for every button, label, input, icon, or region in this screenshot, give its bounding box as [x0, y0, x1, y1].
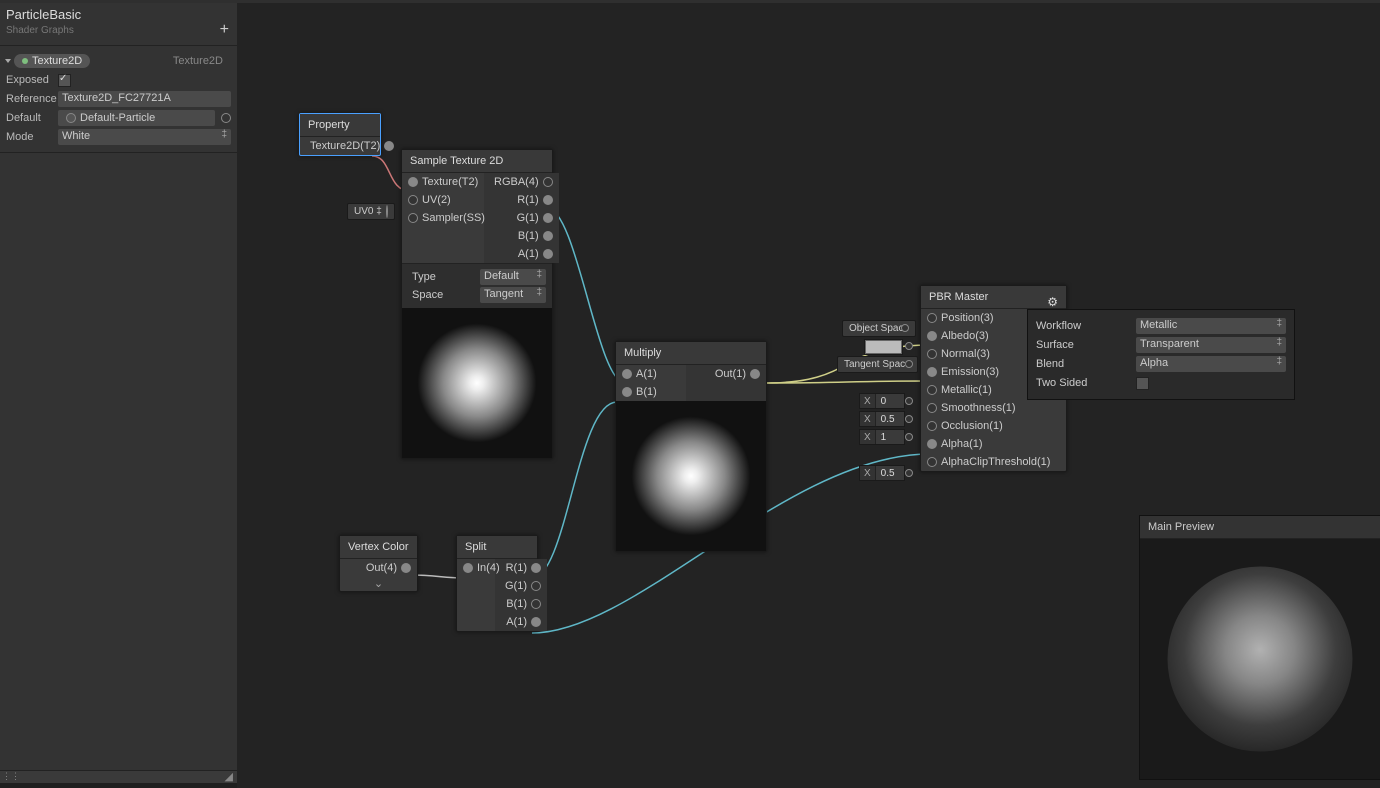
- node-preview: [616, 401, 766, 551]
- sampler-in-port[interactable]: [408, 213, 418, 223]
- object-picker-icon[interactable]: [221, 113, 231, 123]
- position-port[interactable]: [927, 313, 937, 323]
- smoothness-value-pin[interactable]: X0.5: [859, 411, 905, 427]
- two-sided-checkbox[interactable]: [1136, 377, 1149, 390]
- main-preview-panel[interactable]: Main Preview: [1139, 515, 1380, 780]
- b-in-port[interactable]: [622, 387, 632, 397]
- a-in-port[interactable]: [622, 369, 632, 379]
- r-out-port[interactable]: [543, 195, 553, 205]
- reference-field[interactable]: Texture2D_FC27721A: [58, 91, 231, 107]
- master-settings-popup[interactable]: WorkflowMetallic SurfaceTransparent Blen…: [1027, 309, 1295, 400]
- g-out-port[interactable]: [531, 581, 541, 591]
- surface-dropdown[interactable]: Transparent: [1136, 337, 1286, 353]
- mode-dropdown[interactable]: White: [58, 129, 231, 145]
- blend-label: Blend: [1036, 358, 1136, 370]
- node-title[interactable]: Vertex Color: [340, 536, 417, 559]
- occlusion-port[interactable]: [927, 421, 937, 431]
- property-pill[interactable]: Texture2D: [14, 54, 90, 68]
- r-out-port[interactable]: [531, 563, 541, 573]
- property-node[interactable]: Property Texture2D(T2): [299, 113, 381, 156]
- in-port[interactable]: [463, 563, 473, 573]
- exposed-checkbox[interactable]: [58, 74, 71, 87]
- property-type: Texture2D: [173, 55, 223, 67]
- space-dropdown[interactable]: Tangent: [480, 287, 546, 303]
- reference-label: Reference: [6, 93, 58, 105]
- graph-subtitle: Shader Graphs: [6, 25, 231, 36]
- workflow-label: Workflow: [1036, 320, 1136, 332]
- property-name: Texture2D: [32, 55, 82, 67]
- pin-connector[interactable]: [905, 360, 913, 368]
- metallic-value-pin[interactable]: X0: [859, 393, 905, 409]
- main-preview-title[interactable]: Main Preview: [1140, 516, 1380, 539]
- pin-connector[interactable]: [905, 433, 913, 441]
- occlusion-value-pin[interactable]: X1: [859, 429, 905, 445]
- blackboard-panel: ParticleBasic Shader Graphs + Texture2D …: [0, 3, 238, 783]
- surface-label: Surface: [1036, 339, 1136, 351]
- mode-label: Mode: [6, 131, 58, 143]
- alphaclip-value-pin[interactable]: X0.5: [859, 465, 905, 481]
- pin-connector[interactable]: [905, 397, 913, 405]
- pin-connector[interactable]: [905, 342, 913, 350]
- node-title[interactable]: PBR Master⚙: [921, 286, 1066, 309]
- add-property-button[interactable]: +: [220, 21, 229, 39]
- normal-port[interactable]: [927, 349, 937, 359]
- g-out-port[interactable]: [543, 213, 553, 223]
- albedo-port[interactable]: [927, 331, 937, 341]
- default-label: Default: [6, 112, 58, 124]
- texture-in-port[interactable]: [408, 177, 418, 187]
- node-title[interactable]: Split: [457, 536, 537, 559]
- type-dropdown[interactable]: Default: [480, 269, 546, 285]
- emission-port[interactable]: [927, 367, 937, 377]
- b-out-port[interactable]: [531, 599, 541, 609]
- main-preview-viewport[interactable]: [1140, 539, 1380, 779]
- node-preview: [402, 308, 552, 458]
- exposed-label: Exposed: [6, 74, 58, 86]
- metallic-port[interactable]: [927, 385, 937, 395]
- node-title[interactable]: Property: [300, 114, 380, 137]
- out-port[interactable]: [750, 369, 760, 379]
- pin-connector[interactable]: [901, 324, 909, 332]
- multiply-node[interactable]: Multiply A(1) B(1) Out(1): [615, 341, 767, 552]
- output-port[interactable]: [384, 141, 394, 151]
- blackboard-footer: ⋮⋮◢: [0, 770, 237, 783]
- b-out-port[interactable]: [543, 231, 553, 241]
- expand-preview-icon[interactable]: ⌄: [340, 577, 417, 591]
- a-out-port[interactable]: [531, 617, 541, 627]
- a-out-port[interactable]: [543, 249, 553, 259]
- vertex-color-node[interactable]: Vertex Color Out(4) ⌄: [339, 535, 418, 592]
- node-title[interactable]: Multiply: [616, 342, 766, 365]
- alphaclip-port[interactable]: [927, 457, 937, 467]
- uv-pin-dropdown[interactable]: UV0 ‡: [347, 203, 395, 220]
- two-sided-label: Two Sided: [1036, 377, 1136, 389]
- sample-texture-node[interactable]: Sample Texture 2D Texture(T2) UV(2) Samp…: [401, 149, 553, 459]
- split-node[interactable]: Split In(4) R(1) G(1) B(1) A(1): [456, 535, 538, 632]
- out-port[interactable]: [401, 563, 411, 573]
- rgba-out-port[interactable]: [543, 177, 553, 187]
- node-title[interactable]: Sample Texture 2D: [402, 150, 552, 173]
- expand-icon[interactable]: [5, 59, 11, 63]
- blend-dropdown[interactable]: Alpha: [1136, 356, 1286, 372]
- pin-connector[interactable]: [905, 415, 913, 423]
- albedo-color-pin[interactable]: [864, 339, 903, 355]
- smoothness-port[interactable]: [927, 403, 937, 413]
- workflow-dropdown[interactable]: Metallic: [1136, 318, 1286, 334]
- graph-title: ParticleBasic: [6, 7, 231, 22]
- uv-in-port[interactable]: [408, 195, 418, 205]
- pin-connector[interactable]: [905, 469, 913, 477]
- default-texture-field[interactable]: Default-Particle: [58, 110, 215, 126]
- alpha-port[interactable]: [927, 439, 937, 449]
- graph-canvas[interactable]: Property Texture2D(T2) Sample Texture 2D…: [237, 3, 1380, 788]
- out-port-label: Texture2D(T2): [306, 140, 384, 152]
